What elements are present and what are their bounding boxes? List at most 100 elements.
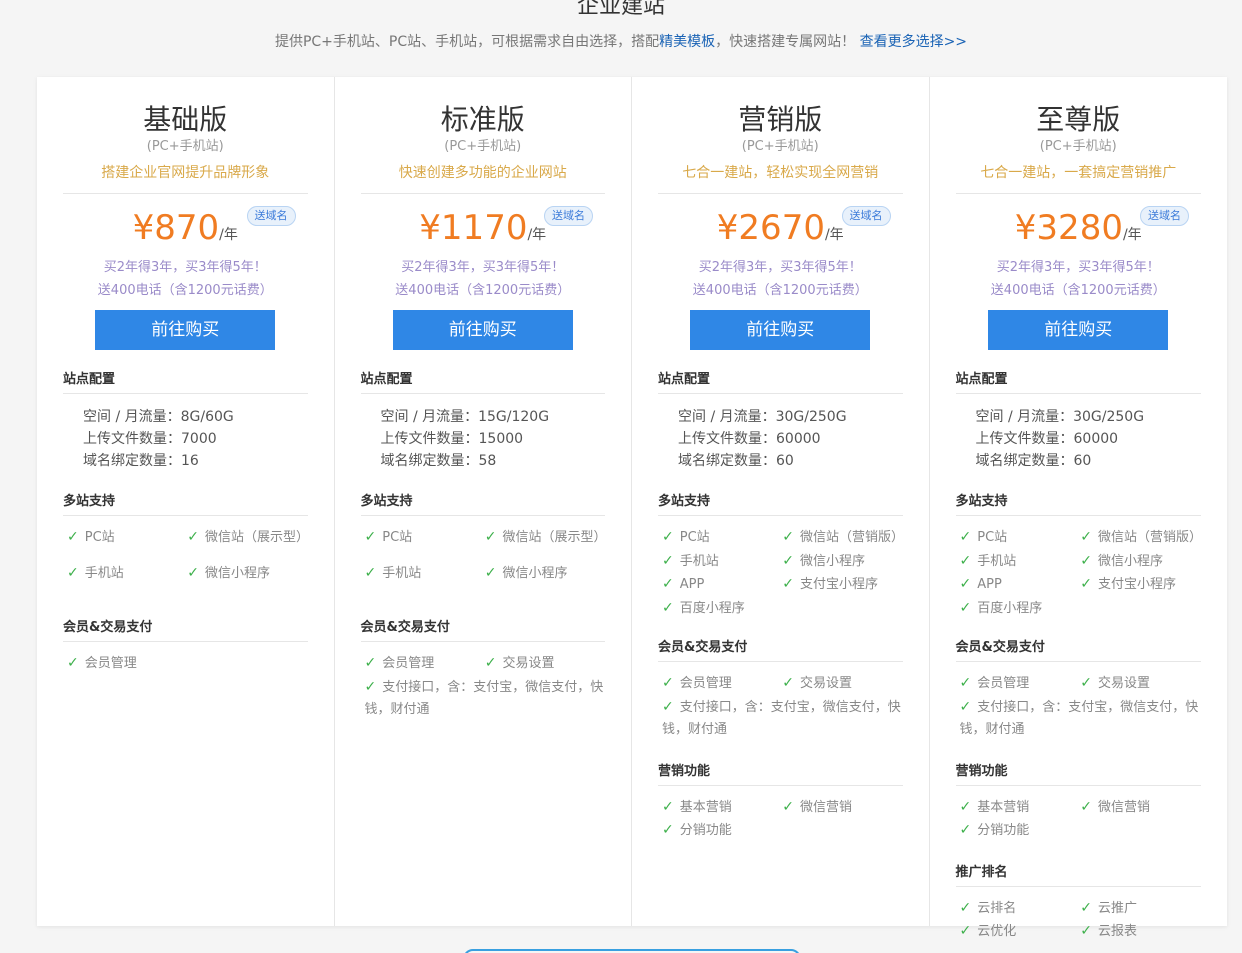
plan-price: ¥3280	[1014, 208, 1123, 248]
more-options-link[interactable]: 查看更多选择>>	[860, 34, 967, 50]
plan-name: 基础版	[143, 103, 228, 136]
price-unit: /年	[219, 227, 238, 243]
feature-label: PC站	[679, 530, 710, 545]
feature-item: ✓ PC站	[365, 526, 485, 562]
check-icon: ✓	[67, 529, 79, 545]
config-list: 空间 / 月流量：30G/250G 上传文件数量：60000 域名绑定数量：60	[658, 394, 903, 472]
plan-sub: (PC+手机站)	[146, 139, 224, 154]
check-icon: ✓	[662, 798, 674, 815]
check-icon: ✓	[484, 655, 497, 671]
price-row: ¥3280/年 送域名	[956, 206, 1202, 248]
check-icon: ✓	[959, 576, 972, 592]
feature-item: ✓ 分销功能	[960, 819, 1081, 843]
check-icon: ✓	[959, 798, 972, 815]
domain-badge: 送域名	[841, 206, 891, 226]
feature-label: 微信小程序	[204, 566, 270, 581]
feature-item: ✓ 会员管理	[960, 672, 1081, 696]
config-item: 空间 / 月流量：8G/60G	[83, 409, 234, 425]
check-icon: ✓	[782, 576, 794, 592]
price-row: ¥870/年 送域名	[63, 206, 308, 248]
feature-item: ✓ 支付接口，含：支付宝，微信支付，快钱，财付通	[960, 696, 1202, 742]
feature-label: 支付接口，含：支付宝，微信支付，快钱，财付通	[959, 699, 1199, 738]
plan-card-marketing: 营销版 (PC+手机站) 七合一建站，轻松实现全网营销 ¥2670/年 送域名 …	[632, 77, 930, 926]
section-ranking: 推广排名	[955, 861, 1201, 887]
feature-label: 手机站	[977, 553, 1017, 569]
section-member-pay: 会员&交易支付	[63, 616, 308, 642]
plan-card-standard: 标准版 (PC+手机站) 快速创建多功能的企业网站 ¥1170/年 送域名 买2…	[335, 77, 632, 926]
config-item: 空间 / 月流量：15G/120G	[380, 409, 550, 425]
buy-button[interactable]: 前往购买	[988, 310, 1169, 350]
feature-list: ✓ PC站 ✓ 微信站（展示型） ✓ 手机站 ✓ 微信小程序	[361, 516, 607, 598]
feature-item: ✓ 云推广	[1080, 897, 1201, 921]
plan-price: ¥1170	[419, 208, 528, 248]
feature-item: ✓ APP	[662, 573, 782, 597]
feature-label: 支付接口，含：支付宝，微信支付，快钱，财付通	[662, 699, 901, 738]
config-item: 上传文件数量：60000	[678, 431, 821, 447]
feature-item: ✓ 微信小程序	[782, 550, 902, 574]
feature-item: ✓ 基本营销	[960, 796, 1081, 820]
plan-card-basic: 基础版 (PC+手机站) 搭建企业官网提升品牌形象 ¥870/年 送域名 买2年…	[37, 77, 335, 926]
check-icon: ✓	[1080, 923, 1092, 939]
feature-item: ✓ 手机站	[662, 550, 782, 574]
templates-link[interactable]: 精美模板	[659, 34, 715, 50]
feature-item: ✓ 云报表	[1080, 920, 1201, 944]
feature-item: ✓ 会员管理	[365, 652, 485, 676]
check-icon: ✓	[959, 529, 972, 545]
plan-slogan: 快速创建多功能的企业网站	[360, 163, 605, 194]
feature-item: ✓ 微信小程序	[187, 562, 307, 598]
promo-line-1: 买2年得3年，买3年得5年！	[401, 260, 565, 275]
check-icon: ✓	[1080, 529, 1092, 545]
check-icon: ✓	[662, 599, 674, 616]
section-multi-site: 多站支持	[360, 490, 605, 516]
feature-label: 手机站	[679, 553, 719, 569]
feature-list: ✓ PC站 ✓ 微信站（营销版） ✓ 手机站 ✓ 微信小程序 ✓ APP ✓ 支付宝小程序 …	[658, 516, 904, 621]
promo-line-1: 买2年得3年，买3年得5年！	[996, 260, 1160, 275]
section-member-pay: 会员&交易支付	[955, 636, 1201, 662]
check-icon: ✓	[1080, 675, 1092, 691]
feature-label: 交易设置	[502, 656, 555, 671]
check-icon: ✓	[782, 798, 794, 815]
check-icon: ✓	[364, 678, 377, 695]
feature-label: 支付宝小程序	[1097, 577, 1176, 592]
plan-name: 营销版	[738, 103, 823, 136]
buy-button[interactable]: 前往购买	[392, 310, 573, 350]
config-list: 空间 / 月流量：15G/120G 上传文件数量：15000 域名绑定数量：58	[361, 394, 606, 472]
section-site-config: 站点配置	[658, 368, 903, 394]
price-row: ¥2670/年 送域名	[658, 206, 903, 248]
feature-item: ✓ 交易设置	[1080, 672, 1201, 696]
domain-badge: 送域名	[1140, 206, 1189, 226]
check-icon: ✓	[959, 923, 972, 939]
feature-list: ✓ PC站 ✓ 微信站（展示型） ✓ 手机站 ✓ 微信小程序	[63, 516, 309, 598]
feature-label: 支付宝小程序	[799, 577, 878, 592]
feature-label: 会员管理	[977, 676, 1030, 691]
feature-item: ✓ 交易设置	[782, 672, 902, 696]
buy-button[interactable]: 前往购买	[690, 310, 871, 350]
config-item: 域名绑定数量：16	[83, 453, 199, 469]
check-icon: ✓	[187, 565, 199, 581]
feature-item: ✓ 微信小程序	[485, 562, 605, 598]
feature-label: 分销功能	[679, 823, 732, 838]
feature-label: 交易设置	[1097, 676, 1150, 691]
feature-item: ✓ 手机站	[67, 562, 187, 598]
feature-item: ✓ 百度小程序	[662, 597, 782, 621]
feature-label: APP	[679, 577, 705, 592]
feature-label: 支付接口，含：支付宝，微信支付，快钱，财付通	[364, 679, 604, 718]
feature-label: APP	[977, 577, 1002, 592]
bottom-more-button[interactable]	[463, 949, 801, 953]
plan-cards: 基础版 (PC+手机站) 搭建企业官网提升品牌形象 ¥870/年 送域名 买2年…	[37, 77, 1227, 939]
promo-text: 买2年得3年，买3年得5年！ 送400电话（含1200元话费）	[658, 256, 903, 302]
domain-badge: 送域名	[246, 206, 296, 226]
check-icon: ✓	[67, 655, 79, 671]
check-icon: ✓	[662, 822, 674, 838]
buy-button[interactable]: 前往购买	[95, 310, 276, 350]
price-unit: /年	[824, 227, 844, 243]
promo-line-1: 买2年得3年，买3年得5年！	[698, 260, 862, 275]
feature-label: 百度小程序	[679, 600, 745, 616]
feature-item: ✓ 云优化	[960, 920, 1081, 944]
feature-label: 基本营销	[679, 799, 732, 815]
feature-item: ✓ 手机站	[365, 562, 485, 598]
check-icon: ✓	[187, 529, 199, 545]
feature-label: 云推广	[1097, 900, 1137, 916]
feature-label: 云报表	[1097, 924, 1137, 939]
section-marketing: 营销功能	[658, 760, 903, 786]
